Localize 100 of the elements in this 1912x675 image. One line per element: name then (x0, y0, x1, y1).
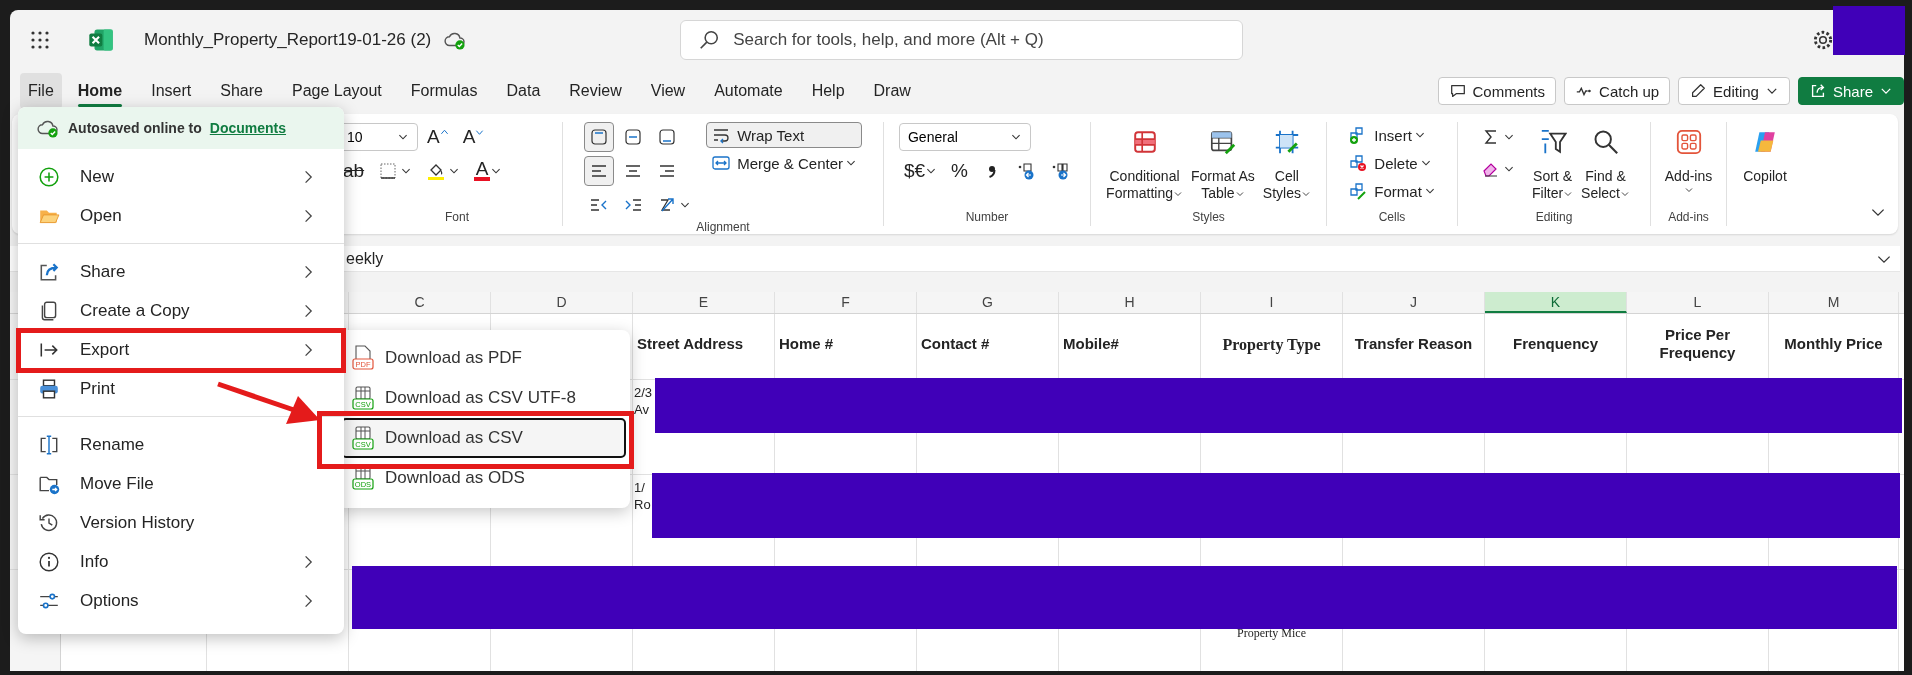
documents-link[interactable]: Documents (209, 120, 287, 136)
menu-item[interactable]: Rename (26, 429, 336, 460)
toolbar-button[interactable]: Catch up (1564, 77, 1671, 105)
cell-text: Home # (778, 334, 835, 354)
group-label: Cells (1377, 210, 1407, 226)
ribbon-button[interactable]: ab (338, 156, 370, 186)
align-bottom-icon (656, 127, 677, 147)
pencil-icon (1689, 82, 1708, 100)
ribbon-tab[interactable]: Help (803, 73, 853, 109)
ribbon-button[interactable]: A (422, 122, 454, 152)
borders-icon (378, 161, 399, 181)
cell-text: Property Mice (1236, 625, 1307, 642)
cell-text: Frenquency (1512, 334, 1599, 354)
group-label: Add-ins (1667, 210, 1710, 226)
group-label: Number (964, 210, 1010, 226)
search-field[interactable]: Search for tools, help, and more (Alt + Q) (680, 20, 1244, 60)
cell-text: Transfer Reason (1353, 334, 1474, 354)
dropdown-field[interactable]: General (898, 123, 1031, 151)
cell-text: Mobile# (1062, 334, 1120, 354)
ribbon-tab[interactable]: Data (498, 73, 549, 109)
app-grid-icon (30, 30, 50, 50)
align-top-icon (588, 127, 609, 147)
search-icon (698, 29, 721, 51)
ribbon-tab[interactable]: Automate (706, 73, 791, 109)
ribbon-tab[interactable]: Home (69, 73, 131, 109)
ribbon-tab[interactable]: Share (212, 73, 271, 109)
column-header[interactable]: H (1059, 292, 1201, 313)
plus-circle-icon (38, 165, 60, 188)
column-header[interactable]: F (775, 292, 917, 313)
spreadsheet-logo-icon (88, 27, 114, 53)
add-ins-grid-icon (1674, 128, 1703, 156)
ribbon-button[interactable]: Copilot (1741, 122, 1789, 187)
menu-item[interactable]: Export (26, 334, 336, 365)
ribbon-tab[interactable]: File (20, 73, 62, 109)
ribbon-button[interactable]: A (469, 156, 508, 186)
column-header[interactable]: L (1627, 292, 1769, 313)
cell-text: 1/ Ro (633, 479, 652, 513)
cell-text: Street Address (636, 334, 745, 354)
document-title[interactable]: Monthly_Property_Report19-01-26 (2) (144, 30, 432, 50)
ribbon-button[interactable] (583, 156, 614, 186)
ribbon-button[interactable]: Format As Table (1189, 122, 1257, 204)
ribbon-button[interactable]: Cell Styles (1260, 122, 1313, 204)
ribbon-button[interactable]: Add-ins (1662, 122, 1715, 197)
ribbon-button[interactable]: Find & Select (1579, 122, 1632, 204)
menu-item[interactable]: New (26, 161, 336, 192)
column-header[interactable]: G (917, 292, 1059, 313)
ribbon-button[interactable]: Merge & Center (705, 150, 862, 176)
info-icon (38, 550, 60, 573)
text-cursor-icon (38, 433, 60, 456)
cell-text: 2/3 Av (633, 384, 654, 418)
menu-item[interactable]: Move File (26, 468, 336, 499)
menu-item[interactable]: Share (26, 256, 336, 287)
ribbon-button[interactable]: A (457, 122, 490, 152)
menu-item[interactable]: Open (26, 200, 336, 231)
formula-text[interactable]: eekly (346, 249, 384, 268)
ribbon-tab[interactable]: Review (561, 73, 630, 109)
ribbon-tab[interactable]: Insert (143, 73, 200, 109)
column-header[interactable]: E (633, 292, 775, 313)
increase-decimal-icon (1016, 161, 1036, 181)
delete-cells-icon (1348, 153, 1369, 173)
ribbon-button[interactable]: Delete (1343, 150, 1441, 176)
history-icon (38, 511, 60, 534)
group-label: Alignment (695, 220, 751, 234)
toolbar-button[interactable]: Comments (1437, 77, 1557, 105)
ribbon-button[interactable]: Insert (1343, 122, 1441, 148)
format-cells-icon (1348, 181, 1369, 201)
cell-text: Contact # (920, 334, 991, 354)
menu-item[interactable]: Version History (26, 507, 336, 538)
settings-icon (1812, 29, 1834, 51)
decrease-decimal-icon (1050, 161, 1070, 181)
menu-item[interactable]: Info (26, 546, 336, 577)
column-header[interactable]: M (1769, 292, 1899, 313)
ribbon-tab[interactable]: Draw (865, 73, 919, 109)
ribbon-button[interactable]: % (946, 156, 973, 186)
column-header[interactable]: K (1485, 292, 1627, 313)
toolbar-button[interactable]: Editing (1678, 77, 1790, 105)
printer-icon (38, 377, 60, 400)
group-label: Font (444, 210, 470, 226)
merge-cells-icon (710, 153, 731, 173)
ribbon-tab[interactable]: View (642, 73, 694, 109)
format-table-icon (1208, 128, 1237, 156)
ribbon-button[interactable]: Conditional Formatting (1104, 122, 1185, 204)
group-label: Editing (1534, 210, 1574, 226)
ribbon-button[interactable]: Sort & Filter (1529, 122, 1576, 204)
redaction-bar (1833, 6, 1905, 55)
ribbon-button[interactable]: $€ (898, 156, 943, 186)
menu-item[interactable]: Options (26, 585, 336, 616)
group-label: Styles (1191, 210, 1226, 226)
ribbon-button[interactable]: Wrap Text (705, 122, 862, 148)
cell-text: Monthly Price (1783, 334, 1884, 354)
ribbon-tab[interactable]: Formulas (402, 73, 486, 109)
caret-up-icon (439, 128, 449, 137)
column-header[interactable]: D (491, 292, 633, 313)
column-header[interactable]: C (349, 292, 491, 313)
share-button[interactable]: Share (1797, 77, 1904, 105)
ribbon-button[interactable]: Format (1343, 178, 1441, 204)
ribbon-tab[interactable]: Page Layout (283, 73, 390, 109)
caret-down-icon (475, 128, 485, 137)
column-header[interactable]: I (1201, 292, 1343, 313)
menu-item[interactable]: Create a Copy (26, 295, 336, 326)
